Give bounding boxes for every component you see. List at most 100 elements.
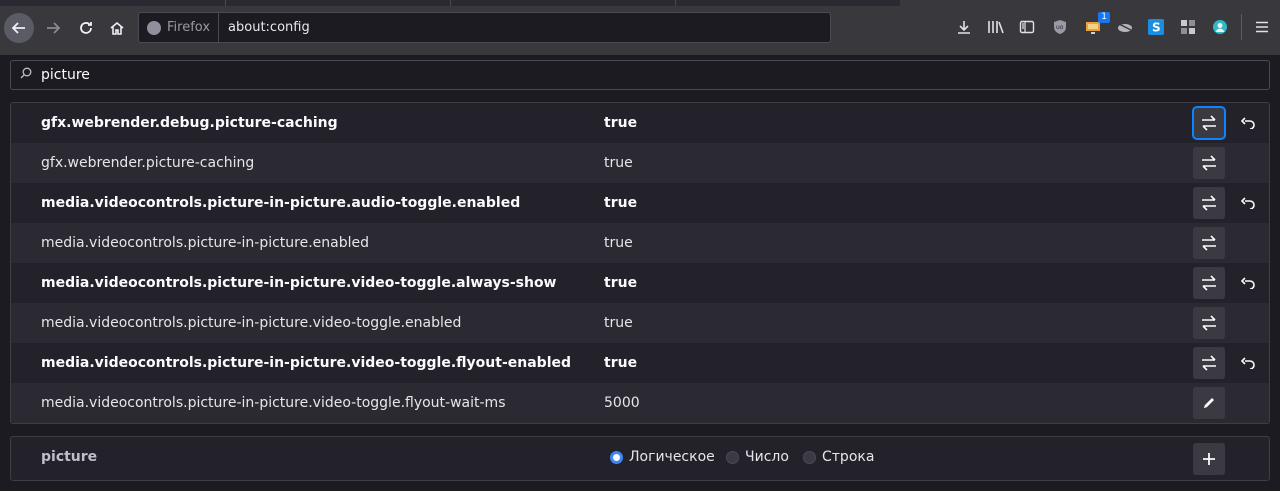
pref-name: media.videocontrols.picture-in-picture.v…	[41, 275, 557, 291]
svg-text:S: S	[1152, 21, 1161, 35]
url-bar[interactable]: Firefox about:config	[138, 12, 831, 43]
reset-button[interactable]	[1237, 353, 1259, 373]
toggle-arrows-icon	[1202, 275, 1216, 291]
pref-value: 5000	[604, 395, 640, 411]
add-button[interactable]	[1193, 443, 1225, 475]
undo-icon	[1241, 277, 1255, 289]
type-radio-string[interactable]: Строка	[803, 449, 874, 465]
toggle-button[interactable]	[1192, 106, 1226, 140]
radio-unselected-icon[interactable]	[803, 450, 816, 464]
undo-icon	[1241, 357, 1255, 369]
undo-icon	[1241, 117, 1255, 129]
library-button[interactable]	[986, 16, 1006, 38]
search-icon	[11, 67, 41, 83]
reset-button[interactable]	[1237, 193, 1259, 213]
undo-icon	[1241, 197, 1255, 209]
sidebar-icon	[1019, 20, 1035, 34]
pref-name: media.videocontrols.picture-in-picture.v…	[41, 395, 506, 411]
sidebar-button[interactable]	[1017, 16, 1037, 38]
pref-name: media.videocontrols.picture-in-picture.a…	[41, 195, 521, 211]
reset-button[interactable]	[1237, 113, 1259, 133]
type-radio-boolean[interactable]: Логическое	[610, 449, 715, 465]
toolbar-separator	[1241, 14, 1242, 40]
main-menu-button[interactable]	[1252, 16, 1272, 38]
toggle-button[interactable]	[1193, 227, 1225, 259]
ublock-shield-icon: uo	[1054, 20, 1066, 34]
pref-value: true	[604, 195, 638, 211]
pref-row: media.videocontrols.picture-in-picture.v…	[11, 343, 1269, 383]
downloads-button[interactable]	[954, 16, 974, 38]
pref-value: true	[604, 275, 638, 291]
forward-arrow-icon	[47, 22, 61, 34]
svg-text:uo: uo	[1056, 24, 1064, 31]
back-button[interactable]	[4, 13, 34, 43]
toggle-button[interactable]	[1193, 187, 1225, 219]
library-icon	[988, 21, 1004, 34]
pref-row: media.videocontrols.picture-in-picture.v…	[11, 263, 1269, 303]
pencil-icon	[1204, 398, 1214, 408]
extension-notifier-button[interactable]: 1	[1083, 12, 1110, 38]
toggle-arrows-icon	[1202, 235, 1216, 251]
edit-button[interactable]	[1193, 387, 1225, 419]
radio-label: Строка	[822, 449, 875, 465]
toggle-arrows-icon	[1202, 155, 1216, 171]
toggle-button[interactable]	[1193, 267, 1225, 299]
toggle-button[interactable]	[1193, 307, 1225, 339]
reload-icon	[80, 22, 92, 34]
extension-s-icon: S	[1148, 19, 1164, 35]
home-button[interactable]	[102, 13, 132, 43]
account-button[interactable]	[1210, 16, 1230, 38]
download-icon	[958, 21, 970, 34]
pref-row: media.videocontrols.picture-in-picture.a…	[11, 183, 1269, 223]
pref-name: media.videocontrols.picture-in-picture.e…	[41, 235, 370, 251]
toggle-button[interactable]	[1193, 147, 1225, 179]
hamburger-menu-icon	[1256, 21, 1268, 33]
plus-icon	[1203, 453, 1215, 465]
pref-row: gfx.webrender.picture-caching true	[11, 143, 1269, 183]
tab-separator	[450, 0, 451, 6]
pref-name: gfx.webrender.picture-caching	[41, 155, 255, 171]
pref-name: media.videocontrols.picture-in-picture.v…	[41, 315, 462, 331]
url-text[interactable]: about:config	[219, 20, 310, 35]
identity-label: Firefox	[167, 20, 211, 35]
tab-separator	[225, 0, 226, 6]
add-preference-row: picture Логическое Число Строка	[10, 436, 1270, 481]
firefox-logo-icon	[147, 20, 161, 35]
radio-label: Логическое	[629, 449, 715, 465]
type-radio-number[interactable]: Число	[726, 449, 789, 465]
back-arrow-icon	[11, 22, 25, 34]
extension-cloud-icon	[1118, 23, 1132, 32]
reload-button[interactable]	[71, 13, 101, 43]
active-tab[interactable]	[900, 0, 1280, 6]
toggle-arrows-icon	[1202, 315, 1216, 331]
tab-separator	[675, 0, 676, 6]
reset-button[interactable]	[1237, 273, 1259, 293]
toggle-arrows-icon	[1202, 115, 1216, 131]
radio-selected-icon[interactable]	[610, 450, 623, 464]
notification-badge: 1	[1098, 12, 1110, 23]
pref-row: media.videocontrols.picture-in-picture.e…	[11, 223, 1269, 263]
pref-value: true	[604, 315, 633, 331]
identity-box[interactable]: Firefox	[139, 13, 220, 42]
account-icon	[1213, 20, 1227, 34]
pref-row: media.videocontrols.picture-in-picture.v…	[11, 383, 1269, 423]
home-icon	[110, 21, 124, 35]
extension-s-button[interactable]: S	[1146, 16, 1166, 38]
search-input[interactable]: picture	[41, 67, 90, 83]
new-pref-name: picture	[41, 449, 98, 465]
extension-grid-button[interactable]	[1178, 16, 1198, 38]
ublock-button[interactable]: uo	[1050, 16, 1070, 38]
pref-row: media.videocontrols.picture-in-picture.v…	[11, 303, 1269, 343]
toggle-button[interactable]	[1193, 347, 1225, 379]
pref-value: true	[604, 155, 633, 171]
preferences-table: gfx.webrender.debug.picture-caching true…	[10, 102, 1270, 424]
pref-name: gfx.webrender.debug.picture-caching	[41, 115, 338, 131]
radio-label: Число	[745, 449, 789, 465]
pref-name: media.videocontrols.picture-in-picture.v…	[41, 355, 572, 371]
radio-unselected-icon[interactable]	[726, 450, 739, 464]
extension-button[interactable]	[1115, 16, 1135, 38]
forward-button[interactable]	[38, 13, 68, 43]
toggle-arrows-icon	[1202, 195, 1216, 211]
preference-search[interactable]: picture	[10, 60, 1270, 90]
pref-value: true	[604, 235, 633, 251]
